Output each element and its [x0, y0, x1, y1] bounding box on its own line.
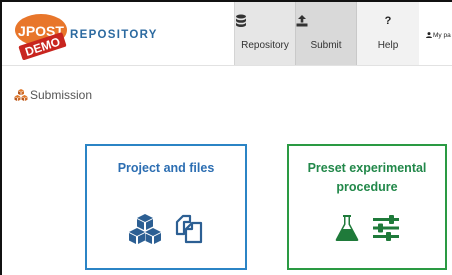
cubes-icon	[14, 89, 28, 101]
nav-help-label: Help	[377, 40, 399, 51]
top-navbar: JPOST DEMO REPOSITORY Repository Submit …	[2, 2, 452, 66]
project-and-files-title: Project and files	[117, 161, 215, 175]
user-icon	[426, 32, 432, 38]
nav-repository-label: Repository	[241, 40, 289, 51]
sliders-icon	[373, 215, 400, 241]
brand-title[interactable]: REPOSITORY	[70, 29, 158, 41]
user-menu[interactable]: My pa	[426, 32, 451, 39]
preset-experimental-procedure-title: Preset experimental procedure	[307, 161, 427, 194]
question-icon: ?	[384, 15, 392, 27]
project-and-files-card[interactable]: Project and files	[85, 144, 247, 270]
cubes-icon	[128, 214, 161, 244]
files-icon	[176, 214, 203, 244]
card-icons	[87, 214, 245, 244]
nav-help[interactable]: ? Help	[357, 2, 419, 65]
jpost-demo-logo[interactable]: JPOST DEMO	[12, 12, 70, 60]
app-window: JPOST DEMO REPOSITORY Repository Submit …	[0, 0, 452, 275]
preset-experimental-procedure-card[interactable]: Preset experimental procedure	[287, 144, 447, 270]
page-title: Submission	[14, 88, 92, 102]
nav-repository[interactable]: Repository	[234, 2, 295, 65]
page-title-text: Submission	[30, 88, 93, 102]
card-icons	[289, 214, 445, 242]
nav-submit[interactable]: Submit	[295, 2, 357, 65]
upload-icon	[296, 15, 308, 27]
flask-icon	[335, 215, 359, 241]
user-menu-label: My pa	[433, 32, 451, 39]
database-icon	[236, 14, 246, 27]
nav-submit-label: Submit	[310, 40, 342, 51]
